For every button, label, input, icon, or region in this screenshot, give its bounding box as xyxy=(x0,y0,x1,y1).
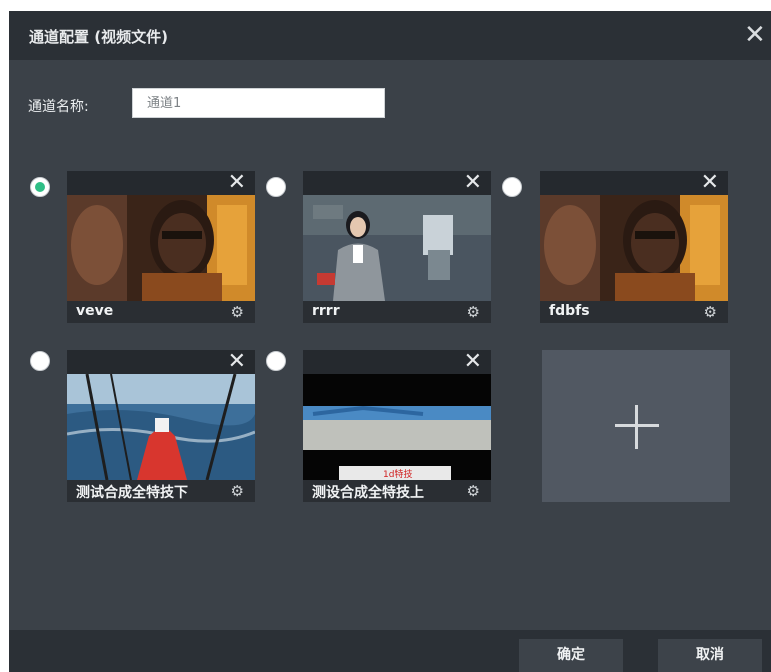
video-card-rrrr[interactable]: ✕ rrrr ⚙ xyxy=(303,171,491,323)
remove-video-icon[interactable]: ✕ xyxy=(228,350,246,374)
video-card-test-upper[interactable]: ✕ 1d特技 测设合成全特技上 ⚙ xyxy=(303,350,491,502)
video-radio-test-upper[interactable] xyxy=(266,351,286,371)
video-thumbnail xyxy=(67,195,255,301)
gear-icon[interactable]: ⚙ xyxy=(231,303,244,321)
remove-video-icon[interactable]: ✕ xyxy=(464,171,482,195)
channel-name-label: 通道名称: xyxy=(28,99,89,115)
confirm-button[interactable]: 确定 xyxy=(519,639,623,672)
thumbnail-overlay-text: 1d特技 xyxy=(383,470,413,480)
dialog-footer: 确定 取消 xyxy=(9,630,771,672)
video-thumbnail xyxy=(67,374,255,480)
remove-video-icon[interactable]: ✕ xyxy=(701,171,719,195)
video-caption: fdbfs ⚙ xyxy=(540,301,728,323)
video-name: rrrr xyxy=(312,303,340,319)
channel-config-dialog: 通道配置 (视频文件) ✕ 通道名称: ✕ veve ⚙ ✕ xyxy=(9,11,771,672)
video-thumbnail xyxy=(303,195,491,301)
video-radio-veve[interactable] xyxy=(30,177,50,197)
channel-name-input[interactable] xyxy=(132,88,385,118)
video-caption: 测试合成全特技下 ⚙ xyxy=(67,480,255,502)
remove-video-icon[interactable]: ✕ xyxy=(464,350,482,374)
video-caption: veve ⚙ xyxy=(67,301,255,323)
video-name: 测试合成全特技下 xyxy=(76,485,188,501)
video-thumbnail: 1d特技 xyxy=(303,374,491,480)
dialog-titlebar: 通道配置 (视频文件) ✕ xyxy=(9,11,771,60)
video-name: veve xyxy=(76,303,114,319)
cancel-button[interactable]: 取消 xyxy=(658,639,762,672)
close-icon[interactable]: ✕ xyxy=(744,20,766,50)
video-name: 测设合成全特技上 xyxy=(312,485,424,501)
video-radio-fdbfs[interactable] xyxy=(502,177,522,197)
gear-icon[interactable]: ⚙ xyxy=(231,482,244,500)
add-video-tile[interactable] xyxy=(542,350,730,502)
gear-icon[interactable]: ⚙ xyxy=(467,303,480,321)
video-radio-test-lower[interactable] xyxy=(30,351,50,371)
video-caption: rrrr ⚙ xyxy=(303,301,491,323)
video-radio-rrrr[interactable] xyxy=(266,177,286,197)
video-caption: 测设合成全特技上 ⚙ xyxy=(303,480,491,502)
gear-icon[interactable]: ⚙ xyxy=(467,482,480,500)
plus-icon-vertical xyxy=(635,405,638,449)
remove-video-icon[interactable]: ✕ xyxy=(228,171,246,195)
video-card-veve[interactable]: ✕ veve ⚙ xyxy=(67,171,255,323)
video-name: fdbfs xyxy=(549,303,590,319)
gear-icon[interactable]: ⚙ xyxy=(704,303,717,321)
video-thumbnail xyxy=(540,195,728,301)
video-card-fdbfs[interactable]: ✕ fdbfs ⚙ xyxy=(540,171,728,323)
video-card-test-lower[interactable]: ✕ 测试合成全特技下 ⚙ xyxy=(67,350,255,502)
dialog-title: 通道配置 (视频文件) xyxy=(29,28,168,46)
